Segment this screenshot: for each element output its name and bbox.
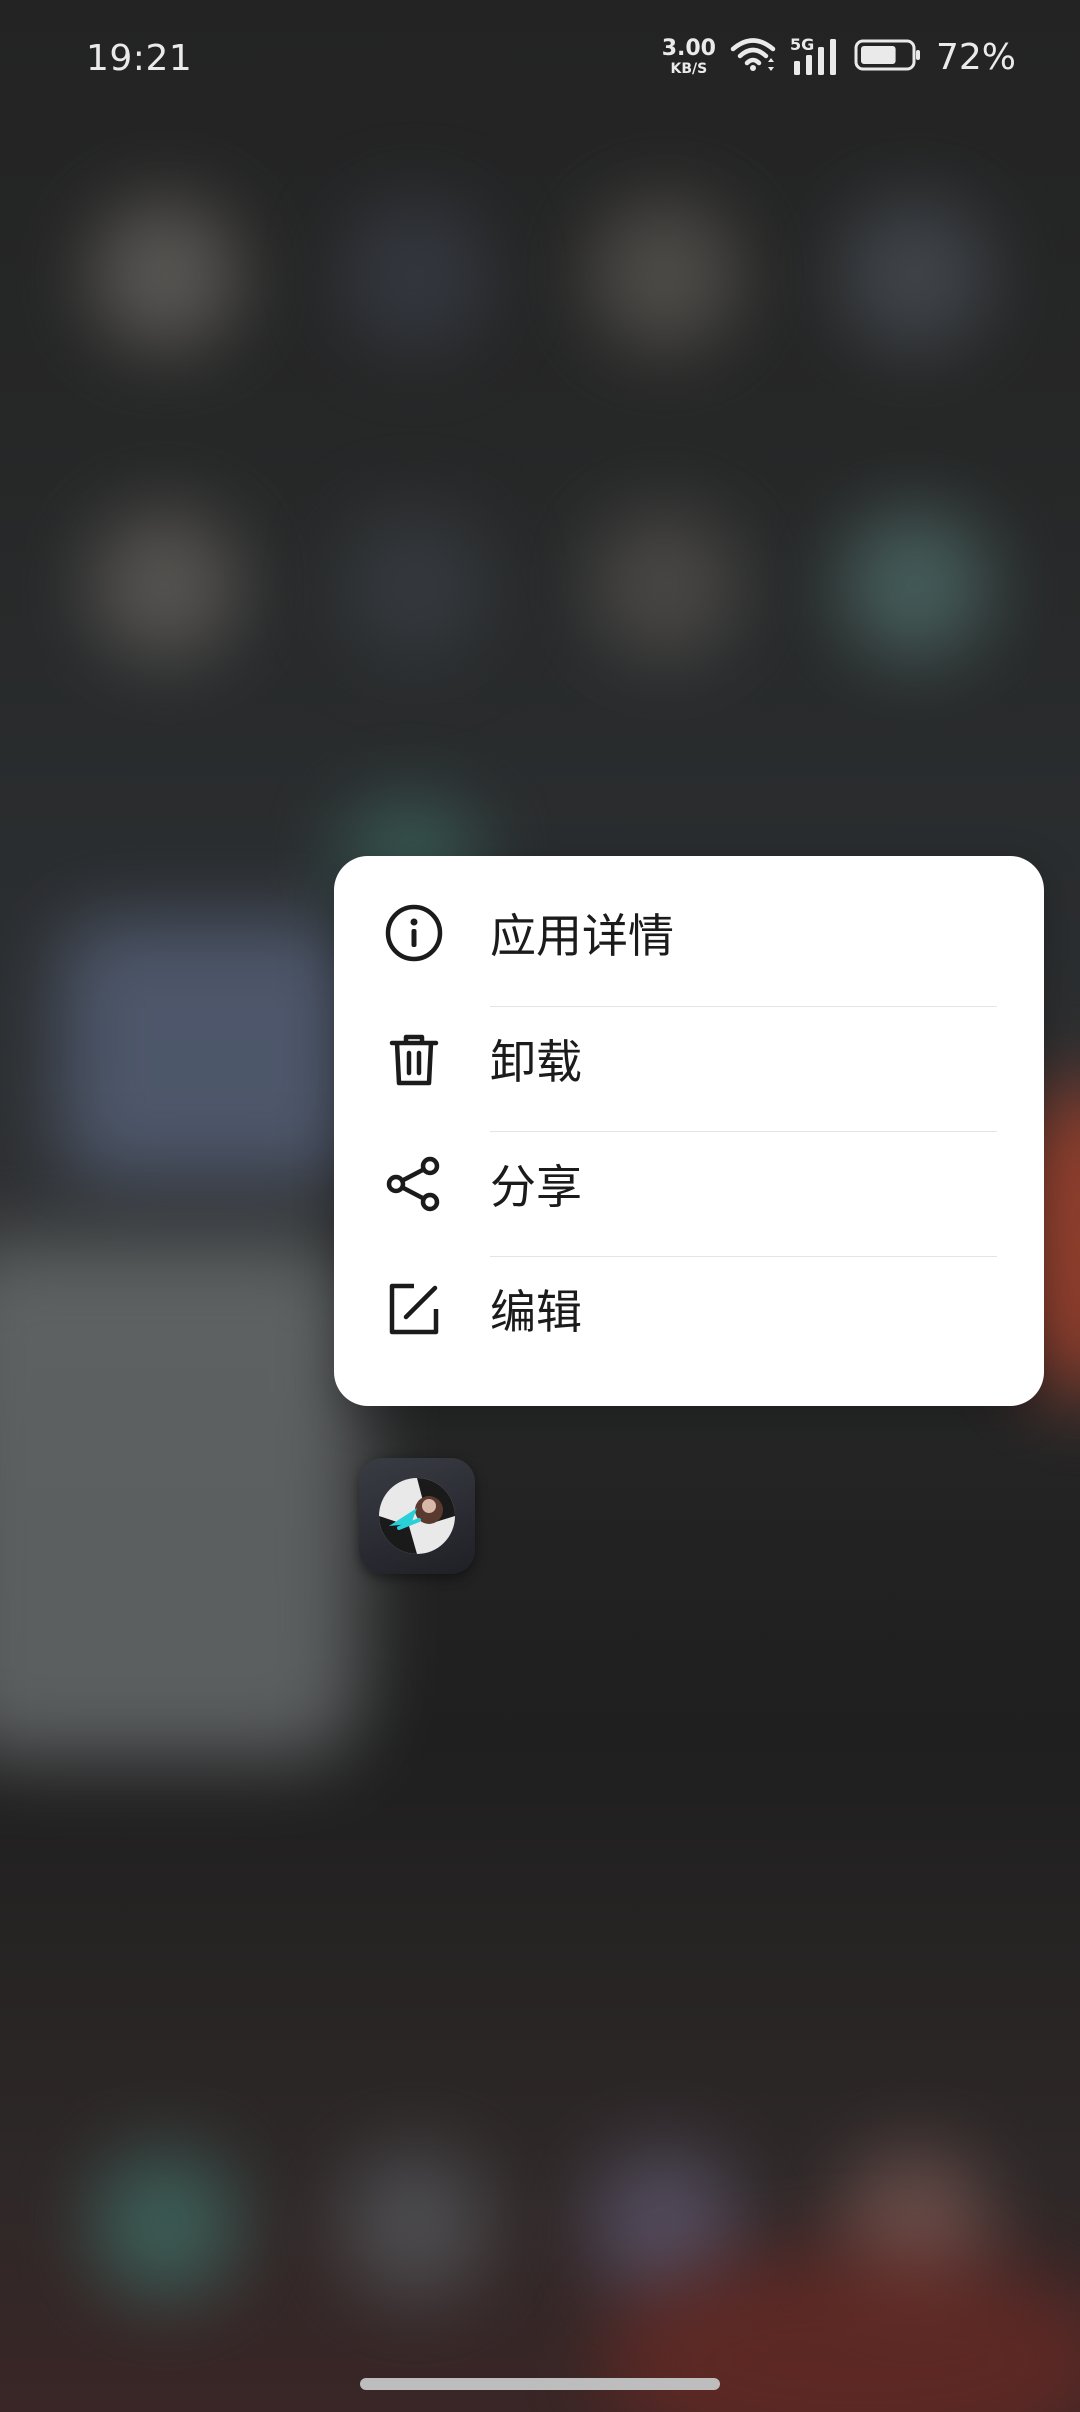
blurred-app-icon (840, 200, 990, 350)
blurred-dock-icon (340, 2150, 490, 2300)
app-icon[interactable] (359, 1458, 475, 1574)
wifi-icon (730, 36, 776, 78)
cellular-signal-icon: 5G (790, 35, 840, 77)
blurred-app-icon (840, 510, 990, 660)
blurred-widget (60, 920, 360, 1180)
app-logo-icon (379, 1478, 455, 1554)
menu-item-uninstall[interactable]: 卸载 (334, 996, 1044, 1122)
blurred-dock-icon (90, 2150, 240, 2300)
home-indicator[interactable] (360, 2378, 720, 2390)
battery-percent: 72% (935, 36, 1016, 78)
blurred-app-icon (90, 510, 240, 660)
status-icons: 3.00 KB/S 5G 72% (661, 35, 1016, 78)
blurred-widget (0, 1240, 360, 1760)
menu-item-label: 分享 (490, 1160, 582, 1214)
network-speed: 3.00 KB/S (661, 36, 716, 77)
menu-item-label: 编辑 (490, 1285, 582, 1339)
status-bar: 19:21 3.00 KB/S 5G 72% (0, 0, 1080, 124)
trash-icon (384, 1029, 444, 1089)
menu-item-label: 卸载 (490, 1035, 582, 1089)
blurred-app-icon (90, 200, 240, 350)
menu-item-label: 应用详情 (490, 909, 674, 963)
blurred-app-icon (590, 510, 740, 660)
network-speed-value: 3.00 (661, 36, 716, 61)
info-icon (384, 903, 444, 963)
status-time: 19:21 (86, 38, 193, 79)
menu-item-share[interactable]: 分享 (334, 1121, 1044, 1247)
battery-icon (854, 38, 922, 76)
blurred-app-icon (340, 200, 490, 350)
edit-icon (384, 1279, 444, 1339)
menu-item-edit[interactable]: 编辑 (334, 1246, 1044, 1372)
network-speed-unit: KB/S (670, 61, 708, 77)
menu-item-app-details[interactable]: 应用详情 (334, 870, 1044, 996)
share-icon (384, 1154, 444, 1214)
app-context-menu: 应用详情 卸载 分享 编辑 (334, 856, 1044, 1406)
blurred-app-icon (590, 200, 740, 350)
blurred-app-icon (340, 510, 490, 660)
